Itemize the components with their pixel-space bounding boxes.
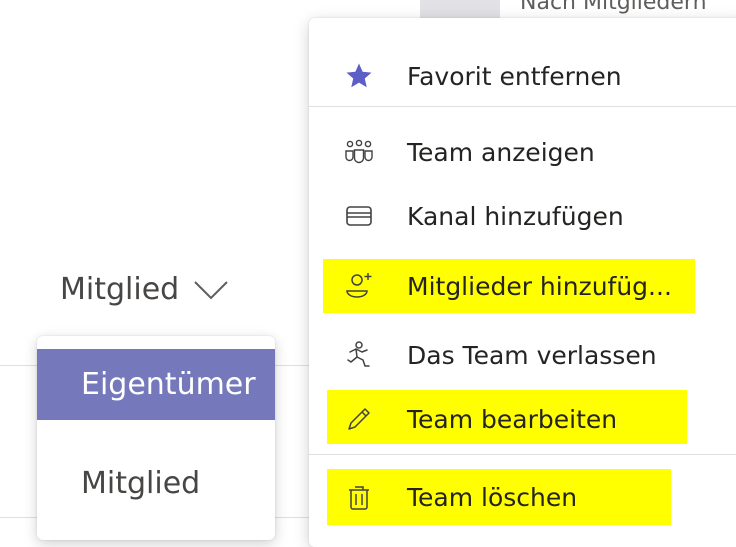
role-dropdown-label: Mitglied	[60, 272, 180, 307]
menu-item-label: Team bearbeiten	[407, 404, 618, 434]
menu-item-add-members[interactable]: Mitglieder hinzufüg...	[309, 259, 736, 313]
menu-divider	[309, 106, 736, 107]
role-option-member[interactable]: Mitglied	[37, 448, 275, 519]
menu-divider	[309, 454, 736, 455]
menu-item-label: Mitglieder hinzufüg...	[407, 271, 672, 301]
menu-item-label: Das Team verlassen	[407, 340, 657, 370]
add-person-icon	[343, 270, 375, 302]
team-context-menu: Favorit entfernen Team anzeigen Kanal hi…	[309, 18, 736, 547]
role-option-owner[interactable]: Eigentümer	[37, 349, 275, 420]
star-icon	[343, 60, 375, 92]
role-menu: Eigentümer Mitglied	[37, 336, 275, 540]
menu-item-label: Team löschen	[407, 482, 578, 512]
menu-item-remove-favorite[interactable]: Favorit entfernen	[309, 49, 736, 103]
trash-icon	[343, 481, 375, 513]
menu-item-add-channel[interactable]: Kanal hinzufügen	[309, 189, 736, 243]
channel-icon	[343, 200, 375, 232]
menu-item-leave-team[interactable]: Das Team verlassen	[309, 328, 736, 382]
role-dropdown[interactable]: Mitglied	[60, 272, 229, 307]
pencil-icon	[343, 403, 375, 435]
role-option-label: Eigentümer	[81, 367, 256, 402]
menu-item-delete-team[interactable]: Team löschen	[309, 470, 736, 524]
leave-icon	[343, 339, 375, 371]
menu-item-label: Team anzeigen	[407, 137, 595, 167]
menu-item-label: Kanal hinzufügen	[407, 201, 624, 231]
filter-placeholder-text: Nach Mitgliedern	[520, 0, 707, 15]
menu-item-label: Favorit entfernen	[407, 61, 622, 91]
people-icon	[343, 136, 375, 168]
chevron-down-icon	[194, 280, 228, 299]
menu-item-view-team[interactable]: Team anzeigen	[309, 125, 736, 179]
role-option-label: Mitglied	[81, 466, 201, 501]
menu-item-edit-team[interactable]: Team bearbeiten	[309, 392, 736, 446]
